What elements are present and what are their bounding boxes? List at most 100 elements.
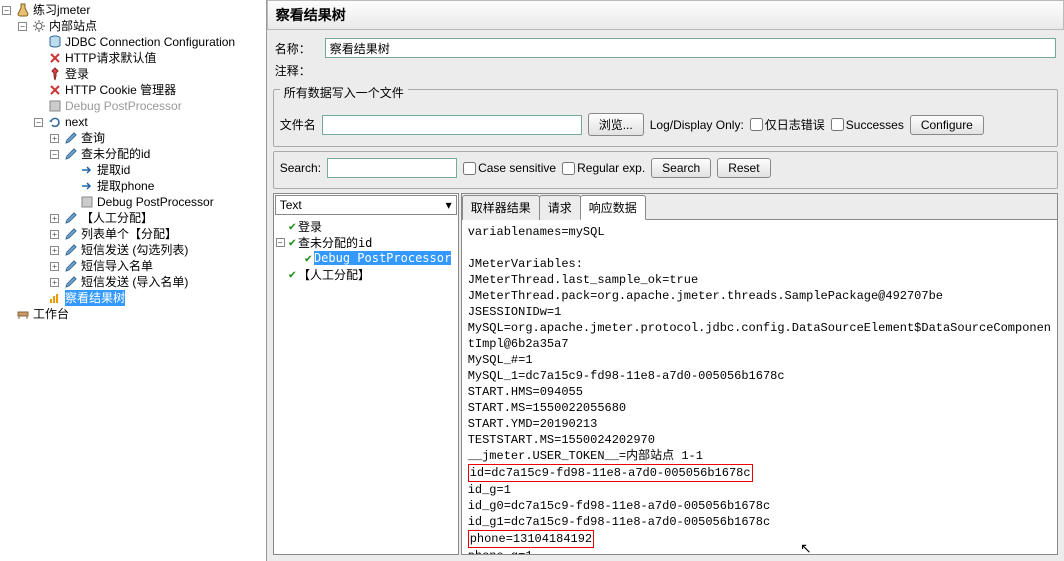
- arrow-icon: [79, 163, 95, 177]
- tree-label: 列表单个【分配】: [81, 226, 177, 242]
- success-icon: ✔: [305, 251, 312, 265]
- expander-icon[interactable]: −: [34, 118, 43, 127]
- result-label: 【人工分配】: [298, 266, 370, 283]
- response-line: id=dc7a15c9-fd98-11e8-a7d0-005056b1678c: [468, 464, 1051, 482]
- search-label: Search:: [280, 161, 321, 175]
- expander-icon[interactable]: +: [50, 262, 59, 271]
- expander-icon[interactable]: −: [50, 150, 59, 159]
- response-line: JMeterThread.last_sample_ok=true: [468, 272, 1051, 288]
- success-icon: ✔: [289, 267, 296, 281]
- reset-button[interactable]: Reset: [717, 158, 770, 178]
- successes-checkbox[interactable]: Successes: [831, 118, 904, 132]
- tree-node[interactable]: HTTP请求默认值: [2, 50, 264, 66]
- panel-title: 察看结果树: [267, 0, 1064, 30]
- tree-node[interactable]: 登录: [2, 66, 264, 82]
- result-tree-node[interactable]: −✔查未分配的id: [276, 234, 456, 250]
- tab-sampler-result[interactable]: 取样器结果: [462, 195, 540, 220]
- browse-button[interactable]: 浏览...: [588, 113, 644, 136]
- chevron-down-icon: ▾: [446, 198, 452, 212]
- response-line: MySQL=org.apache.jmeter.protocol.jdbc.co…: [468, 320, 1051, 352]
- pen-icon: [63, 227, 79, 241]
- configure-button[interactable]: Configure: [910, 115, 984, 135]
- tree-node[interactable]: − next: [2, 114, 264, 130]
- tree-node[interactable]: + 短信导入名单: [2, 258, 264, 274]
- response-line: id_g0=dc7a15c9-fd98-11e8-a7d0-005056b167…: [468, 498, 1051, 514]
- expander-icon[interactable]: +: [50, 214, 59, 223]
- tree-node[interactable]: −内部站点: [2, 18, 264, 34]
- pen-icon: [63, 131, 79, 145]
- result-tree-node[interactable]: ✔登录: [276, 218, 456, 234]
- tree-node[interactable]: 提取id: [2, 162, 264, 178]
- tree-node[interactable]: + 短信发送 (导入名单): [2, 274, 264, 290]
- expander-icon[interactable]: −: [2, 6, 11, 15]
- success-icon: ✔: [289, 219, 296, 233]
- pen-icon: [63, 275, 79, 289]
- x-icon: [47, 83, 63, 97]
- tree-label: 【人工分配】: [81, 210, 153, 226]
- response-data-pane[interactable]: variablenames=mySQL JMeterVariables:JMet…: [462, 220, 1057, 554]
- response-line: TESTSTART.MS=1550024202970: [468, 432, 1051, 448]
- tree-node[interactable]: +短信发送 (勾选列表): [2, 242, 264, 258]
- bench-icon: [15, 307, 31, 321]
- name-input[interactable]: [325, 38, 1056, 58]
- expander-icon[interactable]: −: [18, 22, 27, 31]
- tree-node[interactable]: 察看结果树: [2, 290, 264, 306]
- x-icon: [47, 51, 63, 65]
- search-button[interactable]: Search: [651, 158, 711, 178]
- tree-label: 短信发送 (导入名单): [81, 274, 188, 290]
- tree-label: Debug PostProcessor: [65, 98, 182, 114]
- response-line: START.MS=1550022055680: [468, 400, 1051, 416]
- expander-icon[interactable]: +: [50, 246, 59, 255]
- result-tree-node[interactable]: ✔Debug PostProcessor: [276, 250, 456, 266]
- expander-icon[interactable]: +: [50, 230, 59, 239]
- tree-node[interactable]: Debug PostProcessor: [2, 194, 264, 210]
- tree-node[interactable]: 提取phone: [2, 178, 264, 194]
- filename-input[interactable]: [322, 115, 582, 135]
- response-line: JMeterThread.pack=org.apache.jmeter.thre…: [468, 288, 1051, 304]
- response-line: MySQL_1=dc7a15c9-fd98-11e8-a7d0-005056b1…: [468, 368, 1051, 384]
- success-icon: ✔: [289, 235, 296, 249]
- response-line: JSESSIONIDw=1: [468, 304, 1051, 320]
- comment-label: 注释：: [275, 62, 319, 79]
- expander-icon[interactable]: +: [50, 134, 59, 143]
- db-icon: [47, 35, 63, 49]
- response-line: id_g1=dc7a15c9-fd98-11e8-a7d0-005056b167…: [468, 514, 1051, 530]
- case-sensitive-checkbox[interactable]: Case sensitive: [463, 161, 556, 175]
- tree-node[interactable]: JDBC Connection Configuration: [2, 34, 264, 50]
- result-label: 查未分配的id: [298, 234, 372, 251]
- tab-response-data[interactable]: 响应数据: [580, 195, 646, 220]
- renderer-combo[interactable]: Text ▾: [275, 195, 457, 215]
- response-line: phone_g=1: [468, 548, 1051, 554]
- tree-node[interactable]: −查未分配的id: [2, 146, 264, 162]
- arrow-icon: [79, 179, 95, 193]
- search-input[interactable]: [327, 158, 457, 178]
- tree-node[interactable]: 工作台: [2, 306, 264, 322]
- tree-node[interactable]: Debug PostProcessor: [2, 98, 264, 114]
- expander-icon[interactable]: −: [276, 238, 285, 247]
- test-plan-tree[interactable]: −练习jmeter−内部站点JDBC Connection Configurat…: [0, 0, 267, 561]
- renderer-value: Text: [280, 198, 302, 212]
- regex-checkbox[interactable]: Regular exp.: [562, 161, 645, 175]
- pin-icon: [47, 67, 63, 81]
- tree-node[interactable]: + 【人工分配】: [2, 210, 264, 226]
- tree-label: next: [65, 114, 88, 130]
- response-line: phone=13104184192: [468, 530, 1051, 548]
- filename-label: 文件名: [280, 116, 316, 133]
- tree-label: Debug PostProcessor: [97, 194, 214, 210]
- tree-node[interactable]: HTTP Cookie 管理器: [2, 82, 264, 98]
- response-line: variablenames=mySQL: [468, 224, 1051, 240]
- errors-only-checkbox[interactable]: 仅日志错误: [750, 116, 825, 133]
- tree-node[interactable]: −练习jmeter: [2, 2, 264, 18]
- loop-icon: [47, 115, 63, 129]
- expander-icon[interactable]: +: [50, 278, 59, 287]
- response-line: [468, 240, 1051, 256]
- tab-request[interactable]: 请求: [539, 195, 581, 220]
- tree-label: 短信导入名单: [81, 258, 153, 274]
- result-tree-node[interactable]: ✔【人工分配】: [276, 266, 456, 282]
- pen-icon: [63, 243, 79, 257]
- tree-label: 察看结果树: [65, 290, 125, 306]
- tree-node[interactable]: + 列表单个【分配】: [2, 226, 264, 242]
- tree-node[interactable]: +查询: [2, 130, 264, 146]
- result-tree[interactable]: ✔登录−✔查未分配的id✔Debug PostProcessor✔【人工分配】: [274, 216, 458, 554]
- flask-icon: [15, 3, 31, 17]
